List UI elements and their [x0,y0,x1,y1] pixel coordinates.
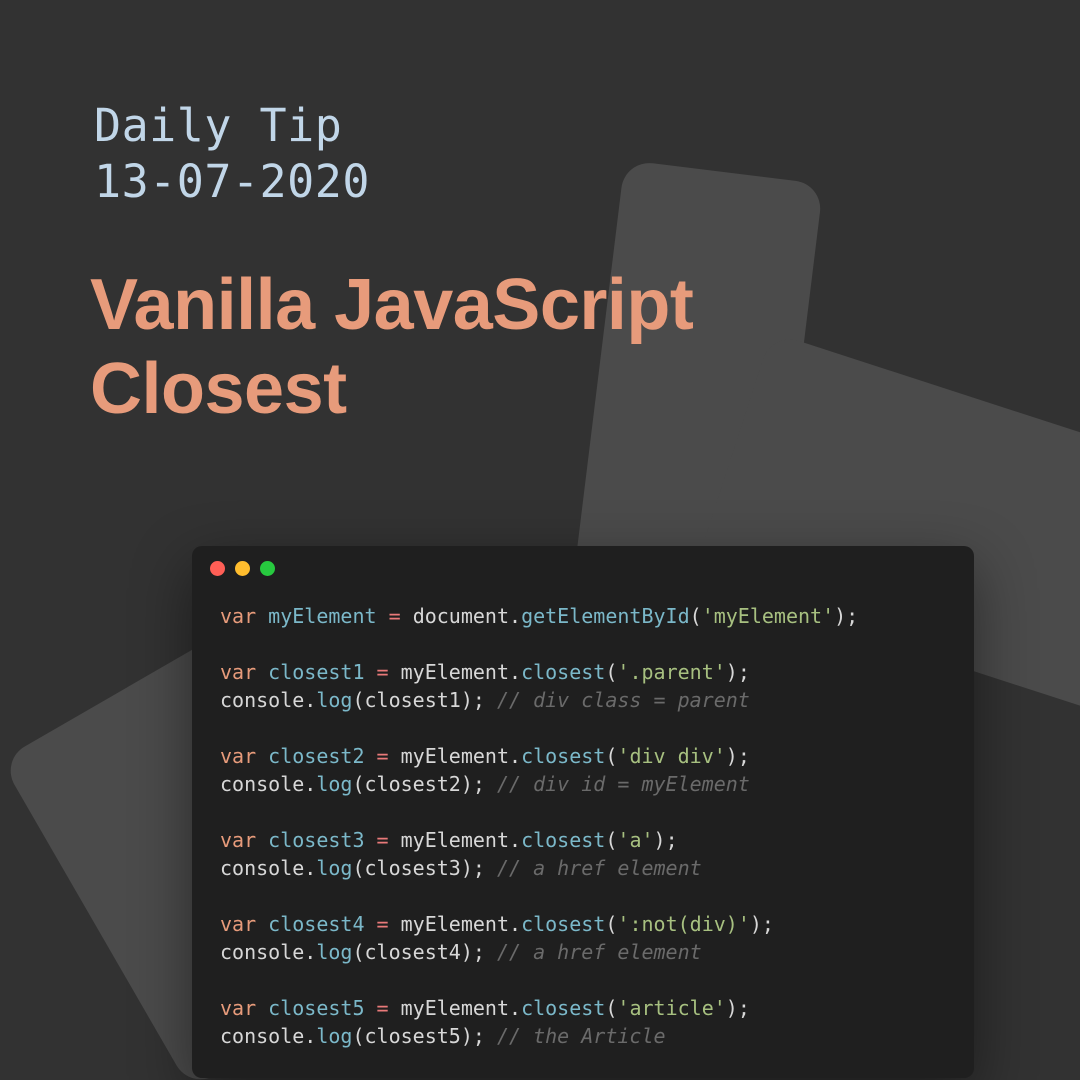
subtitle-line: Daily Tip [94,99,342,152]
string: 'myElement' [702,604,834,628]
title-line: Vanilla JavaScript [90,265,693,345]
method: closest [521,996,605,1020]
string: ':not(div)' [617,912,749,936]
operator: = [389,604,401,628]
identifier: closest1 [365,688,461,712]
close-icon[interactable] [210,561,225,576]
string: '.parent' [617,660,725,684]
comment: // div id = myElement [497,772,750,796]
comment: // a href element [497,940,702,964]
subtitle-date: 13-07-2020 [94,155,370,208]
method: log [316,1024,352,1048]
code-block: var myElement = document.getElementById(… [192,590,974,1078]
string: 'article' [617,996,725,1020]
window-titlebar [192,546,974,590]
identifier: closest4 [268,912,364,936]
object: console [220,856,304,880]
maximize-icon[interactable] [260,561,275,576]
page-title: Vanilla JavaScript Closest [90,263,1080,433]
operator: = [377,912,389,936]
method: log [316,772,352,796]
comment: // div class = parent [497,688,750,712]
identifier: closest5 [365,1024,461,1048]
method: log [316,856,352,880]
identifier: closest4 [365,940,461,964]
object: console [220,940,304,964]
object: console [220,688,304,712]
method: log [316,688,352,712]
identifier: myElement [401,996,509,1020]
code-window: var myElement = document.getElementById(… [192,546,974,1078]
identifier: myElement [401,660,509,684]
operator: = [377,828,389,852]
identifier: closest3 [365,856,461,880]
identifier: closest1 [268,660,364,684]
string: 'div div' [617,744,725,768]
method: closest [521,744,605,768]
method: closest [521,912,605,936]
object: console [220,772,304,796]
object: document [413,604,509,628]
identifier: myElement [401,912,509,936]
identifier: myElement [401,744,509,768]
method: closest [521,828,605,852]
object: console [220,1024,304,1048]
method: getElementById [521,604,690,628]
comment: // the Article [497,1024,666,1048]
minimize-icon[interactable] [235,561,250,576]
keyword: var [220,604,256,628]
keyword: var [220,912,256,936]
keyword: var [220,660,256,684]
identifier: myElement [401,828,509,852]
keyword: var [220,828,256,852]
string: 'a' [617,828,653,852]
method: closest [521,660,605,684]
identifier: myElement [268,604,376,628]
identifier: closest3 [268,828,364,852]
operator: = [377,996,389,1020]
comment: // a href element [497,856,702,880]
title-line: Closest [90,349,347,429]
identifier: closest2 [365,772,461,796]
identifier: closest5 [268,996,364,1020]
keyword: var [220,996,256,1020]
operator: = [377,744,389,768]
operator: = [377,660,389,684]
page-subtitle: Daily Tip 13-07-2020 [94,98,1080,211]
identifier: closest2 [268,744,364,768]
keyword: var [220,744,256,768]
method: log [316,940,352,964]
